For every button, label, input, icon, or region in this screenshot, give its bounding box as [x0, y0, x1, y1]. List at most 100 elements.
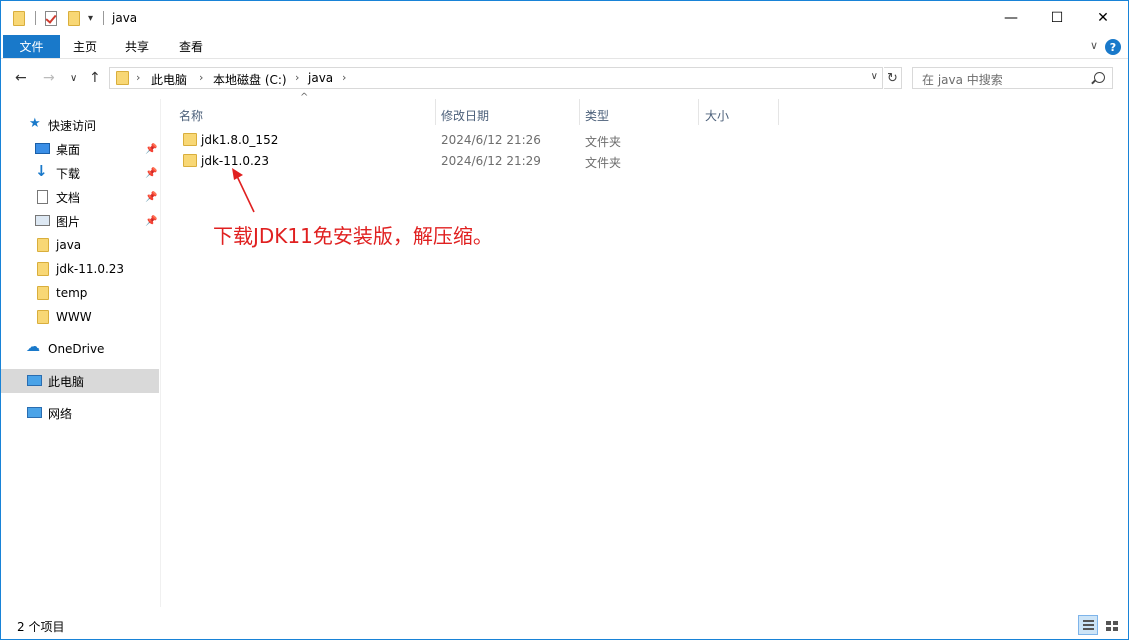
- file-type: 文件夹: [585, 156, 622, 170]
- sort-ascending-icon: ^: [300, 92, 309, 103]
- window-title: java: [112, 11, 138, 25]
- breadcrumb-chevron-icon[interactable]: ›: [199, 71, 203, 84]
- column-header-type[interactable]: 类型: [585, 104, 609, 126]
- file-row[interactable]: jdk1.8.0_152 2024/6/12 21:26 文件夹: [179, 130, 879, 150]
- sidebar-item-desktop[interactable]: 桌面 📌: [1, 137, 159, 161]
- sidebar-item-temp[interactable]: temp: [1, 281, 159, 305]
- new-folder-icon[interactable]: [68, 11, 80, 26]
- folder-icon: [183, 133, 197, 146]
- sidebar-item-this-pc[interactable]: 此电脑: [1, 369, 159, 393]
- title-bar: ▾ java — ☐ ✕: [1, 1, 1128, 35]
- address-bar[interactable]: › 此电脑 › 本地磁盘 (C:) › java › ∨: [109, 67, 883, 89]
- pin-icon[interactable]: 📌: [145, 192, 157, 203]
- folder-icon: [37, 238, 49, 252]
- breadcrumb-chevron-icon[interactable]: ›: [295, 71, 299, 84]
- ribbon-tabs: 文件 主页 共享 查看 ∨ ?: [1, 35, 1128, 59]
- breadcrumb-chevron-icon[interactable]: ›: [136, 71, 140, 84]
- quick-access-separator: [35, 11, 36, 25]
- large-icons-view-button[interactable]: [1101, 615, 1121, 635]
- sidebar-item-network[interactable]: 网络: [1, 401, 159, 425]
- sidebar-item-java[interactable]: java: [1, 233, 159, 257]
- folder-icon: [13, 11, 25, 26]
- annotation-text: 下载JDK11免安装版，解压缩。: [213, 224, 493, 248]
- column-header-size[interactable]: 大小: [705, 104, 729, 126]
- file-date: 2024/6/12 21:26: [441, 133, 541, 147]
- pin-icon[interactable]: 📌: [145, 144, 157, 155]
- folder-icon: [37, 286, 49, 300]
- annotation-arrow-icon: [232, 168, 255, 213]
- back-button[interactable]: ←: [15, 70, 27, 86]
- sidebar-item-www[interactable]: WWW: [1, 305, 159, 329]
- tab-view[interactable]: 查看: [179, 35, 203, 58]
- breadcrumb-this-pc[interactable]: 此电脑: [151, 71, 187, 88]
- sidebar-item-label: OneDrive: [48, 342, 105, 356]
- star-icon: ★: [29, 116, 41, 131]
- computer-icon: [27, 375, 42, 386]
- desktop-icon: [35, 143, 50, 154]
- file-date: 2024/6/12 21:29: [441, 154, 541, 168]
- item-count: 2 个项目: [17, 620, 65, 634]
- sidebar-item-quick-access[interactable]: ★ 快速访问: [1, 113, 159, 137]
- quick-access-dropdown-icon[interactable]: ▾: [88, 13, 93, 24]
- help-icon[interactable]: ?: [1105, 39, 1121, 55]
- file-row[interactable]: jdk-11.0.23 2024/6/12 21:29 文件夹: [179, 151, 879, 171]
- sidebar-item-documents[interactable]: 文档 📌: [1, 185, 159, 209]
- sidebar-item-onedrive[interactable]: ☁ OneDrive: [1, 337, 159, 361]
- document-icon: [37, 190, 48, 204]
- sidebar-item-label: 桌面: [56, 142, 81, 157]
- search-icon[interactable]: [1094, 72, 1105, 83]
- sidebar-item-label: 此电脑: [48, 374, 85, 389]
- maximize-button[interactable]: ☐: [1034, 1, 1080, 35]
- folder-icon: [116, 71, 129, 85]
- sidebar-item-label: jdk-11.0.23: [56, 262, 125, 276]
- sidebar-item-label: temp: [56, 286, 88, 300]
- tab-file[interactable]: 文件: [3, 35, 60, 58]
- close-button[interactable]: ✕: [1080, 1, 1126, 35]
- pin-icon[interactable]: 📌: [145, 168, 157, 179]
- minimize-button[interactable]: —: [988, 1, 1034, 35]
- pictures-icon: [35, 215, 50, 226]
- column-header-date[interactable]: 修改日期: [441, 104, 489, 126]
- refresh-button[interactable]: ↻: [884, 67, 902, 89]
- tab-home[interactable]: 主页: [73, 35, 97, 58]
- explorer-window: ▾ java — ☐ ✕ 文件 主页 共享 查看 ∨ ? ← → ∨ ↑ › 此…: [0, 0, 1129, 640]
- navigation-pane: ★ 快速访问 桌面 📌 ↓ 下载 📌 文档 📌 图片 📌 java jdk-11…: [1, 99, 161, 607]
- folder-icon: [37, 310, 49, 324]
- cloud-icon: ☁: [26, 339, 40, 355]
- sidebar-item-pictures[interactable]: 图片 📌: [1, 209, 159, 233]
- sidebar-item-label: 下载: [56, 166, 81, 181]
- title-separator: [103, 11, 104, 25]
- forward-button[interactable]: →: [43, 70, 55, 86]
- file-type: 文件夹: [585, 135, 622, 149]
- status-bar: 2 个项目: [1, 611, 1128, 639]
- network-icon: [27, 407, 42, 418]
- search-placeholder: 在 java 中搜索: [922, 73, 1003, 87]
- breadcrumb-java[interactable]: java: [308, 71, 333, 85]
- file-name: jdk1.8.0_152: [201, 133, 279, 147]
- pin-icon[interactable]: 📌: [145, 216, 157, 227]
- column-divider[interactable]: [778, 99, 779, 125]
- sidebar-item-jdk11[interactable]: jdk-11.0.23: [1, 257, 159, 281]
- details-view-button[interactable]: [1078, 615, 1098, 635]
- column-header-name[interactable]: 名称: [179, 104, 203, 126]
- download-icon: ↓: [35, 162, 48, 180]
- search-input[interactable]: 在 java 中搜索: [912, 67, 1113, 89]
- sidebar-item-label: 网络: [48, 406, 73, 421]
- sidebar-item-downloads[interactable]: ↓ 下载 📌: [1, 161, 159, 185]
- recent-locations-button[interactable]: ∨: [70, 73, 77, 84]
- up-button[interactable]: ↑: [89, 70, 101, 86]
- breadcrumb-chevron-icon[interactable]: ›: [342, 71, 346, 84]
- breadcrumb-local-disk[interactable]: 本地磁盘 (C:): [213, 71, 287, 88]
- sidebar-item-label: 快速访问: [48, 118, 97, 133]
- column-divider[interactable]: [435, 99, 436, 125]
- ribbon-expand-icon[interactable]: ∨: [1090, 39, 1098, 52]
- folder-icon: [37, 262, 49, 276]
- properties-icon[interactable]: [45, 11, 57, 26]
- column-divider[interactable]: [579, 99, 580, 125]
- column-divider[interactable]: [698, 99, 699, 125]
- tab-share[interactable]: 共享: [125, 35, 149, 58]
- address-dropdown-icon[interactable]: ∨: [871, 71, 878, 82]
- file-list: ^ 名称 修改日期 类型 大小 jdk1.8.0_152 2024/6/12 2…: [161, 92, 1128, 607]
- sidebar-item-label: java: [56, 238, 82, 252]
- sidebar-item-label: 图片: [56, 214, 81, 229]
